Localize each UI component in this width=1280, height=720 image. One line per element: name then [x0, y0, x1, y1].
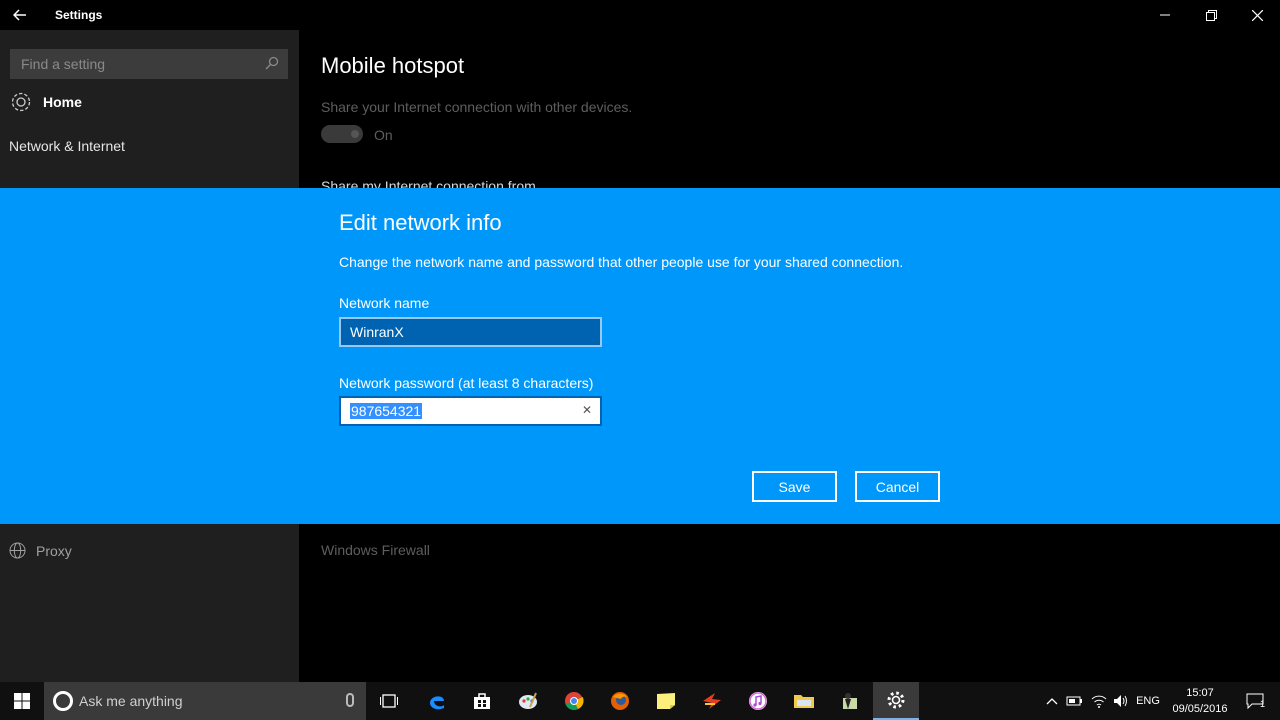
notification-count: 1 — [1259, 699, 1265, 709]
start-button[interactable] — [0, 682, 44, 720]
edge-icon[interactable] — [414, 682, 460, 720]
sidebar-item-proxy[interactable]: Proxy — [9, 542, 72, 559]
volume-icon[interactable] — [1110, 682, 1132, 720]
cancel-button[interactable]: Cancel — [855, 471, 940, 502]
taskbar: Ask me anything ENG 15:07 09/05/2016 1 — [0, 682, 1280, 720]
firefox-icon[interactable] — [597, 682, 643, 720]
page-title: Mobile hotspot — [321, 53, 465, 78]
minimize-icon — [1160, 14, 1170, 16]
battery-icon[interactable] — [1064, 682, 1086, 720]
clock-date: 09/05/2016 — [1172, 703, 1228, 715]
language-indicator[interactable]: ENG — [1134, 682, 1162, 720]
toggle-state-label: On — [374, 127, 393, 143]
toggle-knob — [351, 130, 359, 138]
cortana-search[interactable]: Ask me anything — [44, 682, 366, 720]
share-description: Share your Internet connection with othe… — [321, 99, 633, 115]
action-center-button[interactable]: 1 — [1240, 682, 1270, 720]
share-from-label: Share my Internet connection from — [321, 178, 536, 188]
clock-time: 15:07 — [1186, 687, 1214, 699]
windows-logo-icon — [14, 693, 30, 709]
itunes-icon[interactable] — [735, 682, 781, 720]
back-arrow-icon — [13, 9, 26, 21]
cortana-icon — [53, 691, 73, 711]
restore-icon — [1205, 9, 1217, 21]
network-name-field[interactable]: WinranX — [339, 317, 602, 347]
clock[interactable]: 15:07 09/05/2016 — [1170, 685, 1230, 717]
network-password-label: Network password (at least 8 characters) — [339, 375, 594, 391]
gear-icon — [11, 92, 31, 112]
settings-icon[interactable] — [873, 682, 919, 720]
window-controls — [1142, 0, 1280, 30]
app-title: Settings — [55, 8, 103, 22]
edit-network-dialog: Edit network info Change the network nam… — [0, 188, 1280, 524]
search-placeholder: Find a setting — [21, 56, 106, 72]
sidebar-item-label: Proxy — [36, 542, 72, 559]
search-icon — [265, 56, 279, 70]
sidebar-section-title: Network & Internet — [9, 138, 125, 154]
firewall-link[interactable]: Windows Firewall — [321, 542, 430, 558]
close-icon — [1251, 9, 1263, 21]
restore-button[interactable] — [1188, 0, 1234, 30]
hotspot-toggle[interactable] — [321, 125, 363, 143]
dialog-description: Change the network name and password tha… — [339, 254, 904, 270]
title-bar: Settings — [0, 0, 1280, 30]
dialog-title: Edit network info — [339, 210, 502, 235]
chrome-icon[interactable] — [551, 682, 597, 720]
network-password-field[interactable]: 987654321 ✕ — [339, 396, 602, 426]
microphone-icon[interactable] — [346, 693, 354, 707]
cortana-search-text: Ask me anything — [79, 693, 183, 709]
back-button[interactable] — [0, 0, 40, 30]
paint-icon[interactable] — [505, 682, 551, 720]
globe-icon — [9, 542, 26, 559]
sidebar-item-label: Home — [43, 94, 82, 110]
chevron-up-icon[interactable] — [1042, 682, 1062, 720]
sidebar-item-home[interactable]: Home — [9, 90, 82, 114]
search-input[interactable]: Find a setting — [10, 49, 288, 79]
store-icon[interactable] — [459, 682, 505, 720]
password-value: 987654321 — [350, 403, 423, 419]
task-view-icon[interactable] — [366, 682, 412, 720]
save-button[interactable]: Save — [752, 471, 837, 502]
wifi-icon[interactable] — [1088, 682, 1110, 720]
sticky-notes-icon[interactable] — [643, 682, 689, 720]
clear-icon[interactable]: ✕ — [582, 403, 592, 417]
minimize-button[interactable] — [1142, 0, 1188, 30]
close-button[interactable] — [1234, 0, 1280, 30]
file-explorer-icon[interactable] — [781, 682, 827, 720]
network-name-label: Network name — [339, 295, 430, 311]
app-icon[interactable] — [827, 682, 873, 720]
bolt-app-icon[interactable] — [689, 682, 735, 720]
